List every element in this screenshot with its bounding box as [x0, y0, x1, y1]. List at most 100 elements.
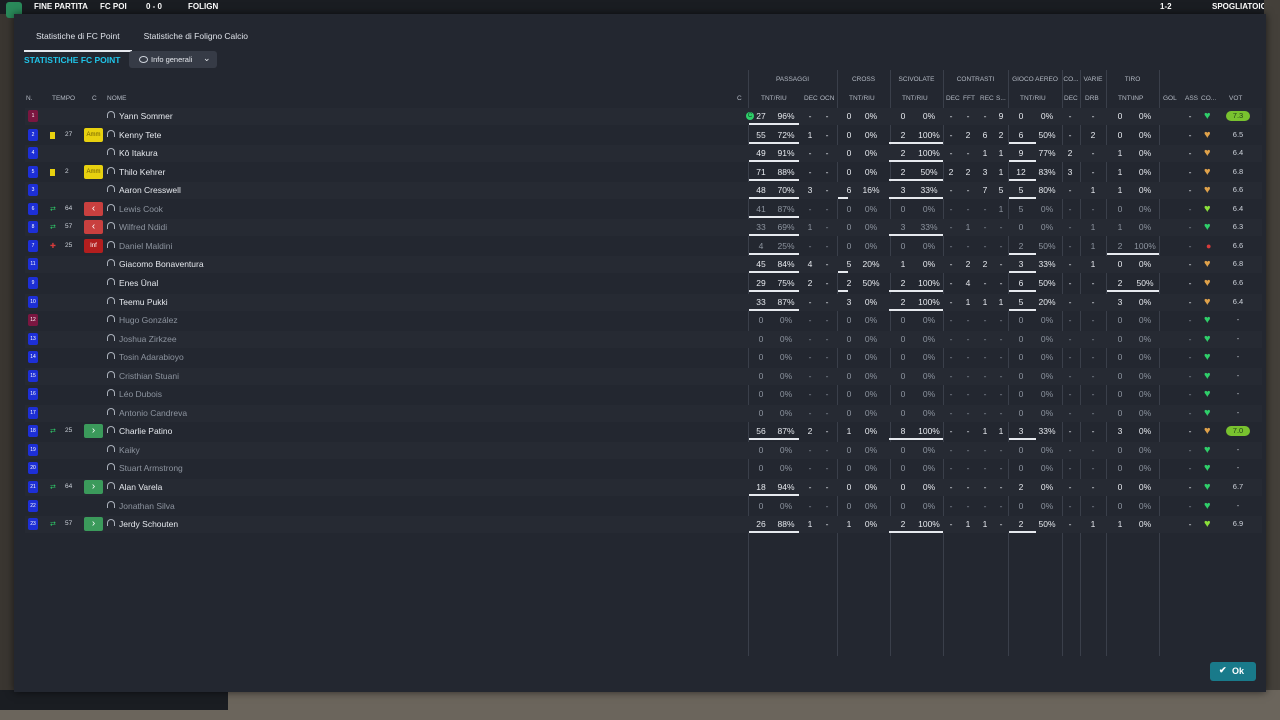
header-pass-attempts[interactable]: TNT/RIU — [761, 95, 787, 102]
key-passes: - — [808, 352, 812, 363]
tab-foligno-stats[interactable]: Statistiche di Foligno Calcio — [132, 26, 260, 50]
player-name[interactable]: Tosin Adarabioyo — [119, 352, 184, 362]
table-row[interactable]: 8 ⇄ 57 ‹ Wilfred Ndidi 33 69% 1-0 0% 3 33% -1- -0 0% -… — [25, 219, 1262, 237]
shots-pct: 0% — [1138, 500, 1152, 511]
header-goals[interactable]: GOL — [1163, 95, 1177, 102]
header-duel-s[interactable]: S... — [996, 95, 1006, 102]
header-pass-chances[interactable]: OCN — [820, 95, 834, 102]
header-dribbles[interactable]: DRB — [1085, 95, 1099, 102]
header-shots[interactable]: TNT\INP — [1118, 95, 1143, 102]
table-row[interactable]: 19 Kaiky 0 0% - - 0 0% 0 0% - - - - 0 0% - - 0 0% - ♥ - — [25, 441, 1262, 459]
header-duel-fouls[interactable]: FFT — [963, 95, 975, 102]
player-name[interactable]: Kenny Tete — [119, 130, 161, 140]
ok-button[interactable]: ✔ Ok — [1210, 662, 1256, 681]
table-row[interactable]: 4 Kô Itakura 49 91% - -0 0% 2 100% - -1 1 9 77% 2-1 0% -… — [25, 145, 1262, 163]
header-rating[interactable]: VOT — [1229, 95, 1242, 102]
assists: - — [1188, 222, 1192, 233]
shirt-number-badge: 8 — [28, 221, 38, 234]
table-row[interactable]: 1 Yann Sommer C 27 96% - -0 0% 0 0% - - -9 0 0% - -0 0% - ♥… — [25, 108, 1262, 125]
player-name[interactable]: Enes Ünal — [119, 278, 158, 288]
group-header-tiro: TIRO — [1124, 76, 1141, 83]
header-cross-attempts[interactable]: TNT/RIU — [849, 95, 875, 102]
header-co-dec[interactable]: DEC — [1064, 95, 1078, 102]
locker-room-button[interactable]: SPOGLIATOIO — [1212, 2, 1267, 11]
player-name[interactable]: Kô Itakura — [119, 148, 158, 158]
tab-fc-point-stats[interactable]: Statistiche di FC Point — [24, 26, 132, 52]
header-pass-key[interactable]: DEC — [804, 95, 818, 102]
passes-underline — [749, 215, 799, 218]
table-row[interactable]: 21 ⇄ 64 › Alan Varela 18 94% - - 0 0% 0 0% - - - - 2 0% - - 0… — [25, 479, 1262, 496]
table-row[interactable]: 7 ✚ 25 Inf Daniel Maldini 4 25% - - 0 0% 0 0% - - - - 2 50… — [25, 238, 1262, 255]
table-row[interactable]: 17 Antonio Candreva 0 0% - - 0 0% 0 0% - - - - 0 0% - - 0 0… — [25, 404, 1262, 422]
player-name[interactable]: Hugo González — [119, 315, 178, 325]
header-recoveries[interactable]: REC — [980, 95, 994, 102]
table-row[interactable]: 18 ⇄ 25 › Charlie Patino 56 87% 2-1 0% 8 100% - -1 1 3… — [25, 423, 1262, 441]
player-name[interactable]: Alan Varela — [119, 482, 162, 492]
shirt-number-badge: 9 — [28, 276, 38, 289]
player-rating: - — [1236, 463, 1240, 473]
table-row[interactable]: 9 Enes Ünal 29 75% 2-2 50% 2 100% -4- -6 50% - -2 50%… — [25, 275, 1262, 292]
player-name[interactable]: Stuart Armstrong — [119, 463, 183, 473]
table-row[interactable]: 11 Giacomo Bonaventura 45 84% 4-5 20% 1 0% -2 2-3… — [25, 256, 1262, 274]
shirt-number-badge: 20 — [28, 462, 38, 475]
table-row[interactable]: 13 Joshua Zirkzee 0 0% - - 0 0% 0 0% - - - - 0 0% - - 0 0% -… — [25, 330, 1262, 348]
header-co[interactable]: CO... — [1201, 95, 1216, 102]
table-row[interactable]: 22 Jonathan Silva 0 0% - - 0 0% 0 0% - - - - 0 0% - - 0 0% -… — [25, 498, 1262, 515]
player-rating: - — [1236, 444, 1240, 454]
player-name[interactable]: Antonio Candreva — [119, 408, 187, 418]
aerial-attempts: 2 — [1018, 519, 1024, 530]
fouls: - — [966, 500, 970, 511]
player-name[interactable]: Cristhian Stuani — [119, 371, 179, 381]
duels-won: - — [949, 463, 953, 474]
header-name[interactable]: NOME — [107, 95, 127, 102]
table-row[interactable]: 15 Cristhian Stuani 0 0% - - 0 0% 0 0% - - - - 0 0% - - 0 0… — [25, 367, 1262, 385]
header-tackle-attempts[interactable]: TNT/RIU — [902, 95, 928, 102]
passes-attempted: 0 — [758, 370, 764, 381]
player-name[interactable]: Teemu Pukki — [119, 297, 168, 307]
header-number[interactable]: N. — [26, 95, 33, 102]
header-position[interactable]: C — [92, 95, 97, 102]
fouls: - — [966, 315, 970, 326]
table-row[interactable]: 6 ⇄ 64 ‹ Lewis Cook 41 87% - -0 0% 0 0% - - -1 5 0% - -0 0%… — [25, 201, 1262, 218]
player-name[interactable]: Giacomo Bonaventura — [119, 259, 204, 269]
table-row[interactable]: 20 Stuart Armstrong 0 0% - - 0 0% 0 0% - - - - 0 0% - - 0 0… — [25, 460, 1262, 477]
table-row[interactable]: 16 Léo Dubois 0 0% - - 0 0% 0 0% - - - - 0 0% - - 0 0% - ♥ - — [25, 386, 1262, 403]
tackles-pct: 100% — [918, 296, 940, 307]
player-name[interactable]: Kaiky — [119, 445, 140, 455]
ok-button-label: Ok — [1232, 666, 1245, 676]
table-row[interactable]: 3 Aaron Cresswell 48 70% 3-6 16% 3 33% - -7 5 5 80% -… — [25, 182, 1262, 200]
header-aerial-attempts[interactable]: TNT/RIU — [1020, 95, 1046, 102]
player-name[interactable]: Yann Sommer — [119, 111, 173, 121]
view-dropdown[interactable]: Info generali ⌄ — [129, 51, 217, 68]
recoveries: - — [983, 407, 987, 418]
player-name[interactable]: Daniel Maldini — [119, 241, 172, 251]
player-name[interactable]: Léo Dubois — [119, 389, 162, 399]
table-row[interactable]: 14 Tosin Adarabioyo 0 0% - - 0 0% 0 0% - - - - 0 0% - - 0 0… — [25, 349, 1262, 366]
player-name[interactable]: Thilo Kehrer — [119, 167, 165, 177]
shirt-number-badge: 19 — [28, 443, 38, 456]
header-duel-won[interactable]: DEC — [946, 95, 960, 102]
key-passes: - — [808, 166, 812, 177]
table-row[interactable]: 10 Teemu Pukki 33 87% - -3 0% 2 100% -1 1 1 5 20% - -3 0… — [25, 293, 1262, 311]
table-row[interactable]: 2 27 Amm Kenny Tete 55 72% 1-0 0% 2 100% -2 6 2 6 50% -… — [25, 127, 1262, 144]
player-name[interactable]: Wilfred Ndidi — [119, 222, 167, 232]
table-row[interactable]: 5 2 Amm Thilo Kehrer 71 88% - -0 0% 2 50% 2 2 3 1 12 83%… — [25, 164, 1262, 181]
shirt-number-badge: 18 — [28, 425, 38, 438]
player-name[interactable]: Joshua Zirkzee — [119, 334, 177, 344]
condition-heart-icon: ♥ — [1204, 425, 1211, 438]
player-name[interactable]: Aaron Cresswell — [119, 185, 181, 195]
player-name[interactable]: Jonathan Silva — [119, 501, 175, 511]
header-assists[interactable]: ASS — [1185, 95, 1198, 102]
player-name[interactable]: Jerdy Schouten — [119, 519, 178, 529]
passes-underline — [749, 178, 799, 181]
player-name[interactable]: Lewis Cook — [119, 204, 163, 214]
header-time[interactable]: TEMPO — [52, 95, 75, 102]
assists: - — [1188, 352, 1192, 363]
recoveries: 1 — [982, 148, 988, 159]
header-captain[interactable]: C — [737, 95, 742, 102]
table-row[interactable]: 12 Hugo González 0 0% - - 0 0% 0 0% - - - - 0 0% - - 0 0% - ♥… — [25, 312, 1262, 329]
table-row[interactable]: 23 ⇄ 57 › Jerdy Schouten 26 88% 1-1 0% 2 100% -1 1-2… — [25, 516, 1262, 534]
passes-pct: 75% — [777, 277, 795, 288]
player-name[interactable]: Charlie Patino — [119, 426, 172, 436]
duels-s: 1 — [998, 166, 1004, 177]
